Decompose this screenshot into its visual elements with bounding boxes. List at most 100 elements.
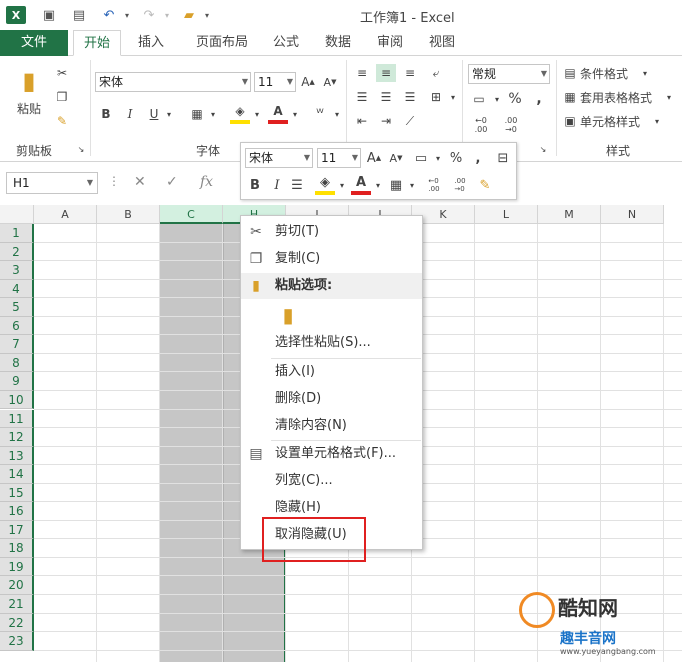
tab-home[interactable]: 开始 [73, 30, 121, 56]
align-right-icon[interactable]: ☰ [400, 88, 420, 106]
row-header-19[interactable]: 19 [0, 557, 34, 577]
conditional-format-dropdown-icon[interactable]: ▾ [640, 64, 650, 82]
decrease-decimal-button[interactable]: .00 →0 [498, 114, 524, 136]
mini-decrease-decimal-icon[interactable]: .00 →0 [449, 175, 471, 195]
row-header-17[interactable]: 17 [0, 520, 34, 540]
cell-style-icon[interactable]: ▣ [562, 112, 578, 130]
paste-icon[interactable]: ▮ [14, 64, 44, 98]
font-color-button[interactable]: A [268, 102, 288, 124]
decrease-font-icon[interactable]: A ▼ [322, 72, 338, 92]
row-header-14[interactable]: 14 [0, 465, 34, 484]
mini-font-color-icon[interactable]: A [351, 173, 371, 195]
accounting-format-icon[interactable]: ▭ [468, 90, 490, 108]
name-box[interactable]: H1 ▼ [6, 172, 98, 194]
row-header-10[interactable]: 10 [0, 390, 34, 410]
mini-fill-dropdown-icon[interactable]: ▾ [337, 175, 347, 195]
cell-styles-button[interactable]: 单元格样式 [580, 112, 640, 130]
mini-accounting-icon[interactable]: ▭ [411, 148, 431, 168]
select-all-corner[interactable] [0, 205, 34, 224]
increase-font-icon[interactable]: A ▲ [300, 72, 316, 92]
row-header-1[interactable]: 1 [0, 224, 34, 243]
mini-font-color-dropdown-icon[interactable]: ▾ [373, 175, 383, 195]
mini-merge-icon[interactable]: ⊟ [493, 148, 513, 168]
tab-page-layout[interactable]: 页面布局 [182, 30, 262, 56]
font-color-dropdown-icon[interactable]: ▾ [290, 104, 300, 124]
phonetic-dropdown-icon[interactable]: ▾ [332, 104, 342, 124]
increase-decimal-button[interactable]: ←0 .00 [468, 114, 494, 136]
tab-review[interactable]: 审阅 [368, 30, 412, 56]
mini-accounting-dropdown-icon[interactable]: ▾ [433, 148, 443, 168]
menu-item-insert[interactable]: 插入(I) [241, 359, 422, 385]
undo-icon[interactable]: ↶ [100, 6, 118, 24]
menu-item-clear-contents[interactable]: 清除内容(N) [241, 413, 422, 439]
comma-button[interactable]: , [532, 90, 546, 108]
column-header-a[interactable]: A [34, 205, 97, 224]
align-top-icon[interactable]: ≡ [352, 64, 372, 82]
row-header-3[interactable]: 3 [0, 261, 34, 280]
row-header-5[interactable]: 5 [0, 298, 34, 317]
mini-percent-button[interactable]: % [447, 148, 465, 168]
mini-align-center-icon[interactable]: ☰ [289, 175, 305, 195]
copy-icon[interactable]: ❐ [52, 88, 72, 106]
open-folder-icon[interactable]: ▰ [180, 6, 198, 24]
row-header-15[interactable]: 15 [0, 483, 34, 503]
alignment-launcher-icon[interactable]: ↘ [538, 144, 548, 154]
mini-increase-decimal-icon[interactable]: ←0.00 [423, 175, 445, 195]
mini-format-painter-icon[interactable]: ✎ [475, 175, 495, 195]
format-as-table-button[interactable]: 套用表格格式 [580, 88, 652, 106]
redo-dropdown-icon[interactable]: ▾ [158, 6, 176, 24]
border-icon[interactable]: ▦ [188, 104, 206, 124]
align-bottom-icon[interactable]: ≡ [400, 64, 420, 82]
merge-dropdown-icon[interactable]: ▾ [448, 88, 458, 106]
percent-button[interactable]: % [506, 90, 524, 108]
fill-color-icon[interactable]: ◈ [230, 102, 250, 124]
decrease-indent-icon[interactable]: ⇤ [352, 112, 372, 130]
conditional-format-button[interactable]: 条件格式 [580, 64, 628, 82]
column-header-n[interactable]: N [601, 205, 664, 224]
save-as-icon[interactable]: ▤ [70, 6, 88, 24]
column-header-c[interactable]: C [160, 205, 223, 224]
column-header-m[interactable]: M [538, 205, 601, 224]
mini-fill-color-icon[interactable]: ◈ [315, 173, 335, 195]
menu-item-format-cells[interactable]: ▤ 设置单元格格式(F)... [241, 441, 422, 467]
menu-item-paste-special[interactable]: 选择性粘贴(S)... [241, 330, 422, 356]
customize-qat-icon[interactable]: ▾ [198, 6, 216, 24]
row-header-13[interactable]: 13 [0, 446, 34, 466]
cancel-icon[interactable]: ✕ [134, 174, 146, 190]
tab-insert[interactable]: 插入 [128, 30, 174, 56]
redo-icon[interactable]: ↷ [140, 6, 158, 24]
menu-item-copy[interactable]: ❐ 复制(C) [241, 246, 422, 272]
row-header-4[interactable]: 4 [0, 279, 34, 299]
row-header-23[interactable]: 23 [0, 632, 34, 651]
row-header-7[interactable]: 7 [0, 335, 34, 354]
mini-bold-button[interactable]: B [247, 175, 263, 195]
paste-button-label[interactable]: 粘贴 [12, 100, 46, 117]
mini-italic-button[interactable]: I [269, 175, 285, 195]
align-left-icon[interactable]: ☰ [352, 88, 372, 106]
font-size-combo[interactable]: 11 ▼ [254, 72, 296, 92]
undo-dropdown-icon[interactable]: ▾ [118, 6, 136, 24]
save-icon[interactable]: ▣ [40, 6, 58, 24]
row-header-2[interactable]: 2 [0, 242, 34, 262]
menu-item-delete[interactable]: 删除(D) [241, 386, 422, 412]
mini-comma-button[interactable]: , [471, 148, 485, 168]
column-header-l[interactable]: L [475, 205, 538, 224]
conditional-format-icon[interactable]: ▤ [562, 64, 578, 82]
increase-indent-icon[interactable]: ⇥ [376, 112, 396, 130]
row-header-22[interactable]: 22 [0, 613, 34, 633]
cell-style-dropdown-icon[interactable]: ▾ [652, 112, 662, 130]
align-middle-icon[interactable]: ≡ [376, 64, 396, 82]
phonetic-icon[interactable]: ᵂ [310, 102, 330, 124]
tab-view[interactable]: 视图 [420, 30, 464, 56]
tab-file[interactable]: 文件 [0, 30, 68, 56]
format-painter-icon[interactable]: ✎ [52, 112, 72, 130]
merge-center-icon[interactable]: ⊞ [426, 88, 446, 106]
italic-button[interactable]: I [122, 104, 138, 124]
row-header-11[interactable]: 11 [0, 409, 34, 429]
bold-button[interactable]: B [98, 104, 114, 124]
mini-border-icon[interactable]: ▦ [387, 175, 405, 195]
row-header-16[interactable]: 16 [0, 502, 34, 521]
tab-data[interactable]: 数据 [316, 30, 360, 56]
align-center-icon[interactable]: ☰ [376, 88, 396, 106]
insert-function-button[interactable]: fx [200, 174, 213, 190]
